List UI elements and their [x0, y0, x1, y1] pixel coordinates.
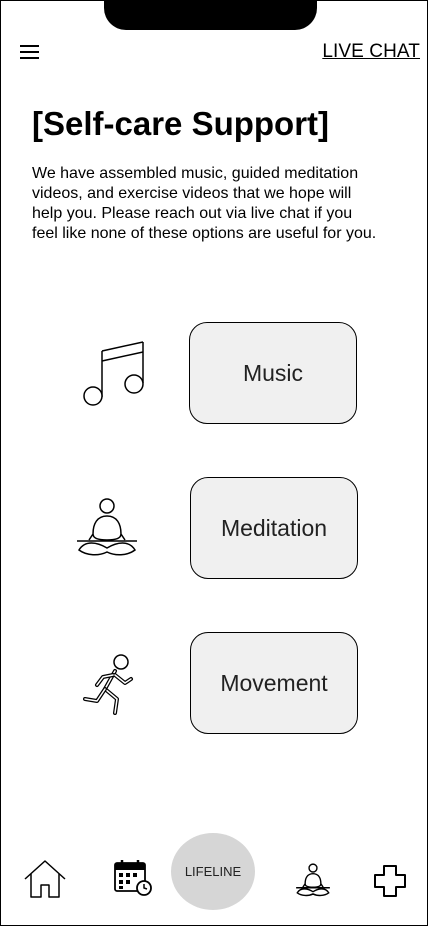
page-title: [Self-care Support]: [32, 105, 330, 142]
home-icon[interactable]: [23, 859, 67, 899]
live-chat-link[interactable]: LIVE CHAT: [322, 41, 420, 63]
music-button[interactable]: Music: [189, 322, 357, 424]
device-notch: [104, 1, 317, 30]
calendar-clock-icon[interactable]: [113, 859, 153, 897]
running-person-icon: [83, 654, 133, 715]
meditation-icon: [77, 498, 137, 556]
meditation-button[interactable]: Meditation: [190, 477, 358, 579]
phone-screen: LIVE CHAT [Self-care Support] We have as…: [0, 0, 428, 926]
music-note-icon: [83, 341, 144, 406]
medical-cross-icon[interactable]: [373, 864, 407, 898]
meditation-nav-icon[interactable]: [295, 862, 331, 900]
movement-button[interactable]: Movement: [190, 632, 358, 734]
hamburger-menu-icon[interactable]: [20, 42, 40, 62]
page-description: We have assembled music, guided meditati…: [32, 165, 377, 242]
lifeline-button[interactable]: LIFELINE: [171, 833, 255, 910]
